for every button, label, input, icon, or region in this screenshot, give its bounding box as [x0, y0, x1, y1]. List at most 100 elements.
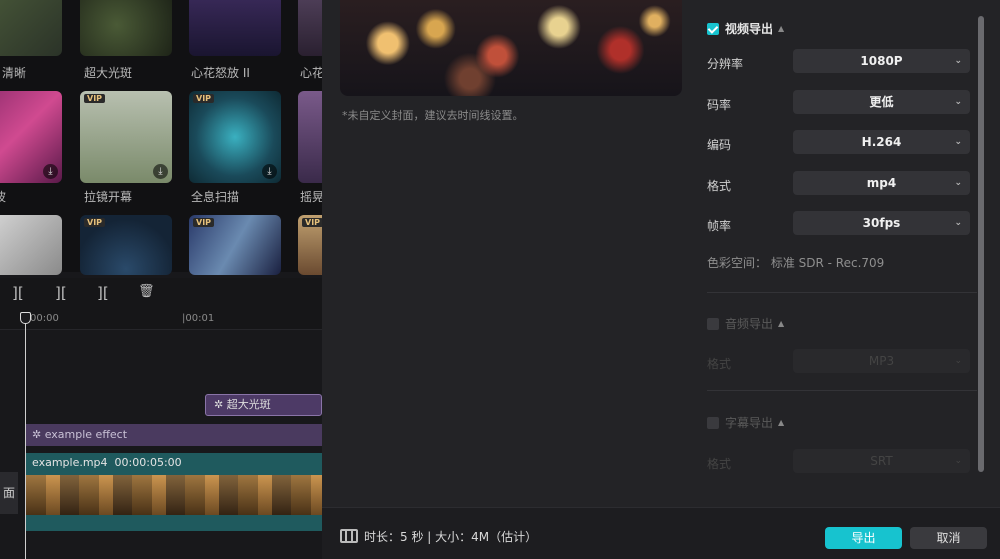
effects-library: 清晰 超大光斑 心花怒放 II 心花 ⤓ VIP ⤓ VIP ⤓ 波 拉镜开幕 …	[0, 0, 322, 275]
effect-thumbnail[interactable]: VIP ⤓	[80, 91, 172, 183]
effect-thumbnail[interactable]: ⤓	[0, 91, 62, 183]
audio-export-title: 音频导出	[725, 317, 774, 331]
cover-preview	[340, 0, 682, 96]
ruler-tick: |00:01	[182, 313, 215, 324]
effect-thumbnail[interactable]	[298, 91, 322, 183]
playhead-line	[25, 318, 26, 559]
effect-thumbnail[interactable]: VIP	[80, 215, 172, 275]
effect-thumbnail[interactable]: VIP ⤓	[189, 91, 281, 183]
effect-icon: ✲	[32, 428, 42, 441]
settings-scrollbar[interactable]	[978, 16, 984, 488]
cancel-button[interactable]: 取消	[910, 527, 987, 549]
vip-badge: VIP	[193, 94, 215, 103]
subtitle-export-checkbox[interactable]	[707, 416, 719, 429]
cover-note: *未自定义封面，建议去时间线设置。	[342, 109, 524, 122]
section-divider	[707, 292, 977, 293]
audio-export-checkbox[interactable]	[707, 317, 719, 330]
effect-clip-label: example effect	[44, 428, 128, 441]
subtitle-format-label: 格式	[707, 457, 732, 471]
split-right-icon[interactable]: ][	[97, 284, 109, 302]
section-divider	[707, 390, 977, 391]
video-clip-duration: 00:00:05:00	[114, 456, 182, 469]
effect-thumbnail[interactable]: VIP	[298, 215, 322, 275]
download-icon[interactable]: ⤓	[262, 164, 277, 179]
collapse-icon[interactable]: ▲	[778, 319, 784, 328]
effect-thumbnail[interactable]	[189, 0, 281, 56]
video-clip-name: example.mp4	[32, 456, 108, 469]
effect-clip[interactable]: ✲ example effect	[26, 424, 322, 446]
effect-label: 清晰	[2, 66, 27, 80]
video-export-header[interactable]: 视频导出 ▲	[707, 20, 784, 37]
effect-thumbnail[interactable]: VIP	[189, 215, 281, 275]
effect-thumbnail[interactable]	[0, 0, 62, 56]
download-icon[interactable]: ⤓	[153, 164, 168, 179]
codec-select[interactable]: H.264 ⌄	[793, 130, 970, 154]
bitrate-label: 码率	[707, 98, 732, 112]
video-export-checkbox[interactable]	[707, 22, 719, 35]
chevron-down-icon: ⌄	[954, 456, 962, 466]
subtitle-export-header[interactable]: 字幕导出 ▲	[707, 414, 784, 431]
framerate-select[interactable]: 30fps ⌄	[793, 211, 970, 235]
effect-label: 波	[0, 190, 7, 204]
framerate-label: 帧率	[707, 219, 732, 233]
effect-label: 超大光斑	[84, 66, 133, 80]
effect-thumbnail[interactable]	[80, 0, 172, 56]
chevron-down-icon: ⌄	[954, 218, 962, 228]
effect-thumbnail[interactable]	[0, 215, 62, 275]
chevron-down-icon: ⌄	[954, 178, 962, 188]
chevron-down-icon: ⌄	[954, 56, 962, 66]
format-label: 格式	[707, 179, 732, 193]
subtitle-format-select[interactable]: SRT ⌄	[793, 449, 970, 473]
resolution-select[interactable]: 1080P ⌄	[793, 49, 970, 73]
effect-label: 心花怒放 II	[191, 66, 250, 80]
subtitle-export-title: 字幕导出	[725, 416, 774, 430]
download-icon[interactable]: ⤓	[43, 164, 58, 179]
chevron-down-icon: ⌄	[954, 97, 962, 107]
effect-clip-label: 超大光斑	[226, 398, 271, 411]
vip-badge: VIP	[193, 218, 215, 227]
split-left-icon[interactable]: ][	[12, 284, 24, 302]
chevron-down-icon: ⌄	[954, 137, 962, 147]
collapse-icon[interactable]: ▲	[778, 24, 784, 33]
bitrate-value: 更低	[869, 95, 894, 109]
export-info: 时长：5 秒 | 大小：4M（估计）	[364, 530, 538, 544]
timeline-ruler[interactable]: 00:00 |00:01	[0, 310, 322, 330]
framerate-value: 30fps	[862, 216, 901, 230]
subtitle-format-value: SRT	[870, 454, 893, 468]
film-icon	[340, 529, 358, 543]
timeline-toolbar: ][ ][ ][ 🗑	[0, 278, 322, 310]
effect-label: 拉镜开幕	[84, 190, 133, 204]
scrollbar-thumb[interactable]	[978, 16, 984, 472]
vip-badge: VIP	[302, 218, 322, 227]
vip-badge: VIP	[84, 218, 106, 227]
codec-value: H.264	[861, 135, 902, 149]
bitrate-select[interactable]: 更低 ⌄	[793, 90, 970, 114]
export-button[interactable]: 导出	[825, 527, 902, 549]
vip-badge: VIP	[84, 94, 106, 103]
audio-format-select[interactable]: MP3 ⌄	[793, 349, 970, 373]
effect-label: 摇晃	[300, 190, 322, 204]
collapse-icon[interactable]: ▲	[778, 418, 784, 427]
cover-tab[interactable]: 面	[0, 472, 18, 514]
audio-export-header[interactable]: 音频导出 ▲	[707, 315, 784, 332]
playhead-handle[interactable]	[20, 312, 31, 324]
resolution-label: 分辨率	[707, 57, 744, 71]
codec-label: 编码	[707, 138, 732, 152]
effect-clip-top[interactable]: ✲ 超大光斑	[205, 394, 322, 416]
video-clip-label: example.mp4 00:00:05:00	[32, 456, 182, 469]
format-select[interactable]: mp4 ⌄	[793, 171, 970, 195]
export-settings: 视频导出 ▲ 分辨率 1080P ⌄ 码率 更低 ⌄ 编码 H.264 ⌄ 格式…	[707, 0, 977, 505]
delete-icon[interactable]: 🗑	[138, 284, 155, 299]
effect-thumbnail[interactable]	[298, 0, 322, 56]
effect-label: 全息扫描	[191, 190, 240, 204]
chevron-down-icon: ⌄	[954, 356, 962, 366]
video-clip[interactable]: example.mp4 00:00:05:00	[26, 453, 322, 531]
effect-icon: ✲	[214, 398, 224, 411]
split-icon[interactable]: ][	[55, 284, 67, 302]
format-value: mp4	[866, 176, 897, 190]
dialog-footer: 时长：5 秒 | 大小：4M（估计） 导出 取消	[322, 507, 1000, 559]
video-filmstrip	[26, 475, 322, 515]
color-space-info: 色彩空间： 标准 SDR - Rec.709	[707, 256, 885, 270]
export-dialog: *未自定义封面，建议去时间线设置。 视频导出 ▲ 分辨率 1080P ⌄ 码率 …	[322, 0, 1000, 559]
ruler-tick: 00:00	[30, 313, 59, 324]
